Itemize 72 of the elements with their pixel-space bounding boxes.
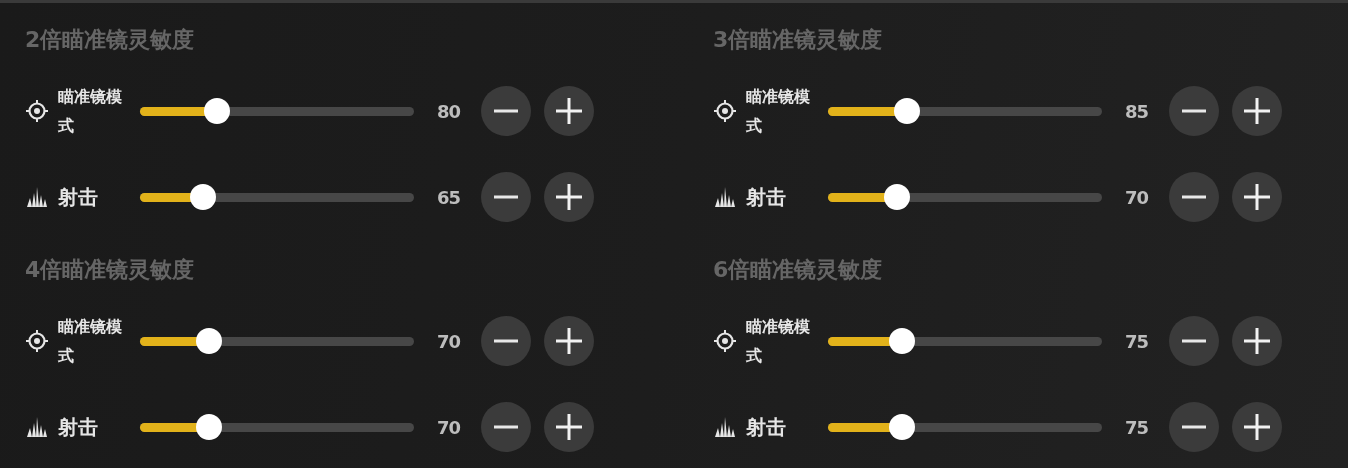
- crosshair-icon: [713, 329, 737, 353]
- plus-icon: [1244, 328, 1270, 354]
- slider-track[interactable]: [828, 422, 1102, 432]
- setting-label: 瞄准镜模式: [58, 86, 123, 137]
- increase-button[interactable]: [544, 402, 594, 452]
- plus-icon: [1244, 414, 1270, 440]
- decrease-button[interactable]: [481, 402, 531, 452]
- slider-thumb[interactable]: [894, 98, 921, 124]
- section-title: 4倍瞄准镜灵敏度: [25, 258, 196, 282]
- setting-label: 瞄准镜模式: [746, 316, 811, 367]
- minus-icon: [1182, 109, 1206, 113]
- slider-track[interactable]: [828, 192, 1102, 202]
- increase-button[interactable]: [1232, 172, 1282, 222]
- slider-track[interactable]: [140, 106, 414, 116]
- setting-label: 瞄准镜模式: [58, 316, 123, 367]
- setting-label: 射击: [746, 413, 787, 441]
- plus-icon: [556, 184, 582, 210]
- slider-value: 75: [1123, 330, 1148, 352]
- slider-value: 80: [435, 100, 460, 122]
- slider-track[interactable]: [828, 336, 1102, 346]
- slider-thumb[interactable]: [190, 184, 216, 210]
- slider-thumb[interactable]: [888, 328, 915, 354]
- increase-button[interactable]: [1232, 402, 1282, 452]
- crosshair-icon: [713, 99, 737, 123]
- slider-value: 70: [435, 416, 460, 438]
- section-title: 2倍瞄准镜灵敏度: [25, 28, 196, 52]
- plus-icon: [556, 328, 582, 354]
- setting-label: 瞄准镜模式: [746, 86, 811, 137]
- slider-value: 70: [1123, 186, 1148, 208]
- slider-value: 70: [435, 330, 460, 352]
- increase-button[interactable]: [544, 172, 594, 222]
- plus-icon: [556, 98, 582, 124]
- section-title: 3倍瞄准镜灵敏度: [713, 28, 884, 52]
- slider-thumb[interactable]: [883, 184, 910, 210]
- slider-thumb[interactable]: [195, 328, 222, 354]
- slider-thumb[interactable]: [203, 98, 230, 124]
- slider-thumb[interactable]: [888, 414, 915, 440]
- minus-icon: [494, 195, 518, 199]
- slider-track[interactable]: [140, 422, 414, 432]
- decrease-button[interactable]: [1169, 402, 1219, 452]
- minus-icon: [494, 339, 518, 343]
- setting-label: 射击: [58, 183, 99, 211]
- slider-track[interactable]: [140, 192, 414, 202]
- plus-icon: [1244, 184, 1270, 210]
- slider-value: 85: [1123, 100, 1148, 122]
- increase-button[interactable]: [1232, 316, 1282, 366]
- section-title: 6倍瞄准镜灵敏度: [713, 258, 884, 282]
- slider-value: 65: [435, 186, 460, 208]
- minus-icon: [1182, 195, 1206, 199]
- minus-icon: [1182, 339, 1206, 343]
- decrease-button[interactable]: [481, 172, 531, 222]
- increase-button[interactable]: [1232, 86, 1282, 136]
- minus-icon: [494, 425, 518, 429]
- slider-track[interactable]: [140, 336, 414, 346]
- minus-icon: [1182, 425, 1206, 429]
- decrease-button[interactable]: [1169, 86, 1219, 136]
- crosshair-icon: [25, 329, 49, 353]
- slider-track[interactable]: [828, 106, 1102, 116]
- increase-button[interactable]: [544, 316, 594, 366]
- plus-icon: [556, 414, 582, 440]
- setting-label: 射击: [58, 413, 99, 441]
- decrease-button[interactable]: [1169, 172, 1219, 222]
- slider-value: 75: [1123, 416, 1148, 438]
- plus-icon: [1244, 98, 1270, 124]
- slider-thumb[interactable]: [195, 414, 222, 440]
- decrease-button[interactable]: [1169, 316, 1219, 366]
- decrease-button[interactable]: [481, 86, 531, 136]
- setting-label: 射击: [746, 183, 787, 211]
- minus-icon: [494, 109, 518, 113]
- crosshair-icon: [25, 99, 49, 123]
- increase-button[interactable]: [544, 86, 594, 136]
- decrease-button[interactable]: [481, 316, 531, 366]
